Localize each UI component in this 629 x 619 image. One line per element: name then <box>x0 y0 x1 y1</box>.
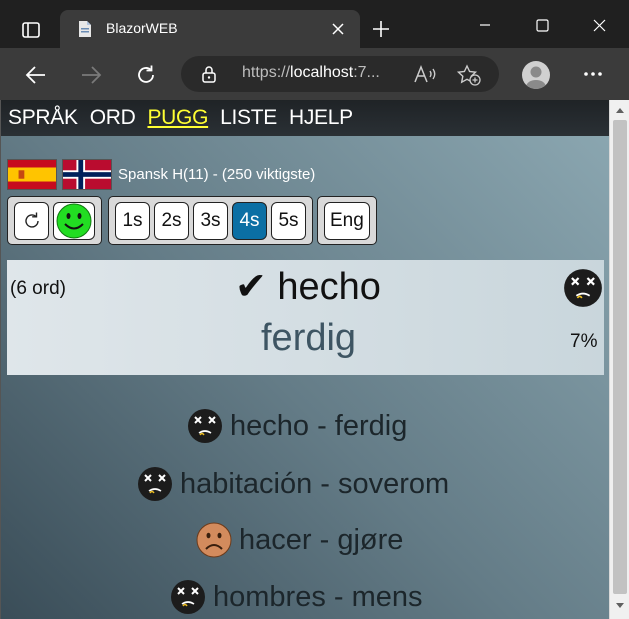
tab-close-button[interactable] <box>328 19 348 39</box>
smiley-icon <box>56 203 92 238</box>
address-bar[interactable]: https://localhost:7... <box>181 56 499 92</box>
nav-item-pugg[interactable]: PUGG <box>147 106 208 130</box>
refresh-icon <box>138 65 154 83</box>
direction-button-group: Eng <box>317 196 377 245</box>
sad-face-icon <box>196 522 232 558</box>
speed-button-4s[interactable]: 4s <box>232 201 267 240</box>
add-favorite-icon[interactable] <box>457 64 481 86</box>
flashcard[interactable]: (6 ord) ✔ hecho ferdig 7% <box>7 260 604 375</box>
maximize-button[interactable] <box>519 10 565 40</box>
address-prefix: https:// <box>242 64 291 81</box>
list-item[interactable]: hecho - ferdig <box>187 406 407 446</box>
card-word: ✔ hecho <box>235 266 381 308</box>
new-tab-button[interactable] <box>368 16 394 42</box>
dizzy-face-icon <box>171 580 205 614</box>
spain-flag-icon[interactable] <box>7 158 57 190</box>
close-icon <box>332 23 344 35</box>
tab-title: BlazorWEB <box>106 20 178 36</box>
lock-icon <box>202 66 216 83</box>
direction-button[interactable]: Eng <box>324 201 370 240</box>
action-button-group <box>7 196 102 245</box>
close-icon <box>593 19 605 31</box>
card-percent: 7% <box>570 331 598 352</box>
scroll-up-icon[interactable] <box>615 106 625 114</box>
dizzy-face-icon <box>564 269 602 307</box>
language-selector: Spansk H(11) - (250 viktigste) <box>7 158 315 190</box>
refresh-button[interactable] <box>130 59 162 91</box>
minimize-button[interactable] <box>462 10 508 40</box>
app-navbar: SPRÅK ORD PUGG LISTE HJELP <box>1 100 609 136</box>
browser-tab[interactable]: BlazorWEB <box>60 10 360 48</box>
dizzy-face-icon <box>188 409 222 443</box>
close-window-button[interactable] <box>576 10 622 40</box>
smiley-button[interactable] <box>53 201 95 240</box>
page-viewport: SPRÅK ORD PUGG LISTE HJELP Spansk H(11) … <box>0 100 629 619</box>
speed-button-1s[interactable]: 1s <box>115 201 150 240</box>
speed-button-5s[interactable]: 5s <box>271 201 306 240</box>
nav-item-liste[interactable]: LISTE <box>220 106 277 130</box>
plus-icon <box>373 21 389 37</box>
arrow-left-icon <box>25 66 45 84</box>
profile-avatar[interactable] <box>522 61 550 89</box>
speed-button-2s[interactable]: 2s <box>154 201 189 240</box>
speed-button-group: 1s 2s 3s 4s 5s <box>108 196 313 245</box>
maximize-icon <box>535 18 549 32</box>
scrollbar-thumb[interactable] <box>613 120 627 594</box>
list-item-text: hecho - ferdig <box>230 409 408 442</box>
list-item-text: hacer - gjøre <box>239 523 404 556</box>
refresh-icon <box>24 212 39 228</box>
word-count: (6 ord) <box>10 278 66 299</box>
minimize-icon <box>480 24 490 26</box>
read-aloud-icon[interactable] <box>413 64 439 84</box>
tab-actions-button[interactable] <box>12 12 50 48</box>
list-item[interactable]: habitación - soverom <box>137 464 449 504</box>
scroll-down-icon[interactable] <box>615 602 625 610</box>
nav-item-hjelp[interactable]: HJELP <box>289 106 353 130</box>
nav-item-sprak[interactable]: SPRÅK <box>8 106 78 130</box>
more-dots-icon <box>584 72 602 76</box>
back-button[interactable] <box>20 59 52 91</box>
address-text: https://localhost:7... <box>242 64 380 82</box>
speed-button-3s[interactable]: 3s <box>193 201 228 240</box>
browser-titlebar: BlazorWEB <box>0 0 629 48</box>
person-icon <box>526 66 546 89</box>
browser-toolbar: https://localhost:7... <box>0 48 629 100</box>
settings-more-button[interactable] <box>578 59 608 89</box>
card-translation: ferdig <box>261 317 357 359</box>
tab-actions-icon <box>22 22 40 38</box>
norway-flag-icon[interactable] <box>62 158 112 190</box>
list-item-text: habitación - soverom <box>180 467 450 500</box>
dizzy-face-icon <box>138 467 172 501</box>
page-favicon-icon <box>79 21 91 37</box>
list-item-text: hombres - mens <box>213 580 423 613</box>
forward-button[interactable] <box>75 59 107 91</box>
address-host: localhost <box>290 64 354 81</box>
list-item[interactable]: hombres - mens <box>170 577 423 617</box>
vertical-scrollbar[interactable] <box>609 100 629 619</box>
list-item[interactable]: hacer - gjøre <box>196 520 403 560</box>
arrow-right-icon <box>82 66 102 84</box>
reset-button[interactable] <box>14 201 49 240</box>
address-suffix: :7... <box>353 64 380 81</box>
language-label: Spansk H(11) - (250 viktigste) <box>118 165 316 183</box>
nav-item-ord[interactable]: ORD <box>90 106 136 130</box>
